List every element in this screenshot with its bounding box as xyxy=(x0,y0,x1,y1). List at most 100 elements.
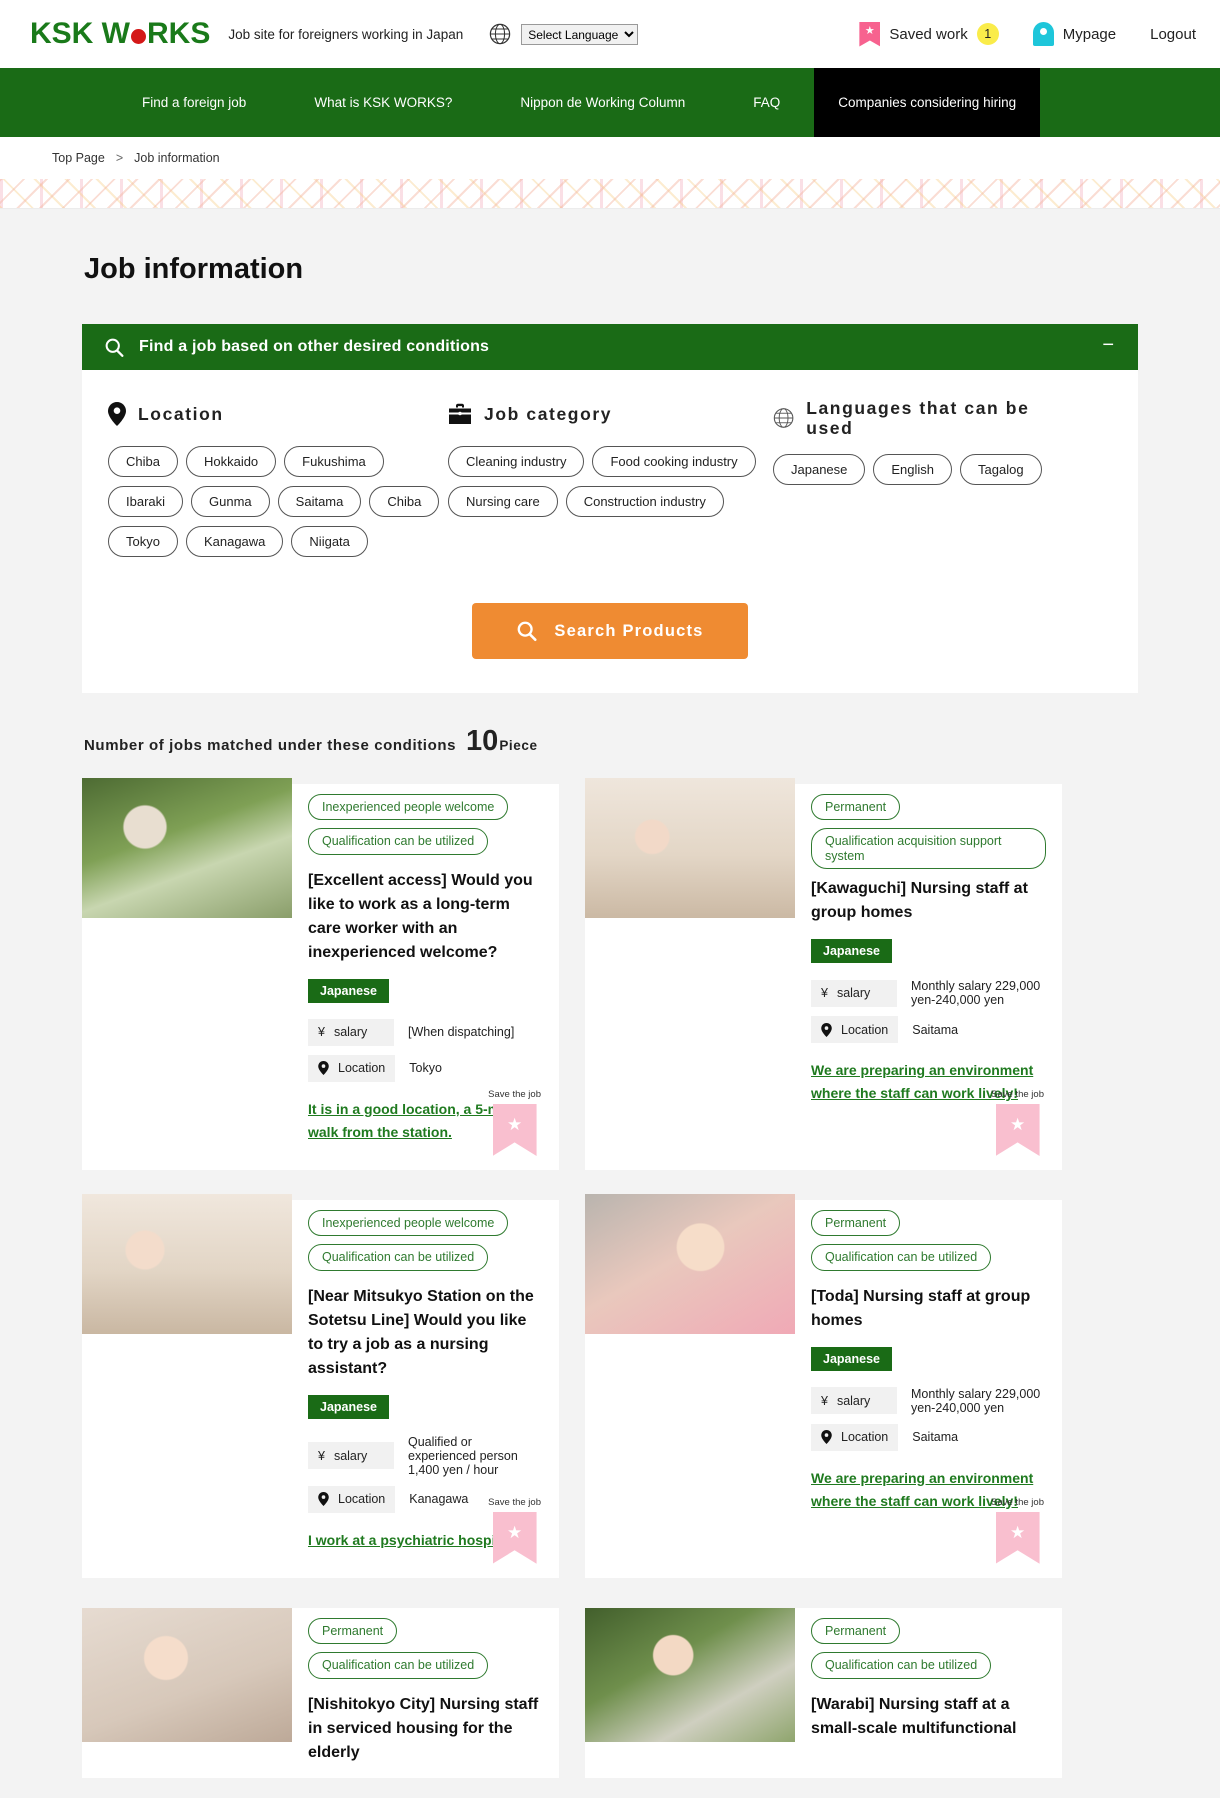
job-thumbnail xyxy=(585,1607,795,1742)
yen-icon: ¥ xyxy=(318,1448,325,1463)
saved-work-link[interactable]: ★ Saved work 1 xyxy=(859,21,999,47)
category-chip-cleaning-industry[interactable]: Cleaning industry xyxy=(448,446,585,477)
nav-item-companies-considering-hiring[interactable]: Companies considering hiring xyxy=(814,68,1041,137)
main-nav-items: Find a foreign job What is KSK WORKS? Ni… xyxy=(108,68,1041,137)
saved-work-count-badge: 1 xyxy=(976,23,999,45)
location-chip-saitama[interactable]: Saitama xyxy=(277,486,362,517)
category-chip-construction-industry[interactable]: Construction industry xyxy=(565,486,724,517)
job-title[interactable]: [Excellent access] Would you like to wor… xyxy=(308,869,543,965)
search-filter-header[interactable]: Find a job based on other desired condit… xyxy=(82,324,1138,370)
breadcrumb-current: Job information xyxy=(134,151,220,165)
job-tag: Permanent xyxy=(811,794,901,821)
job-language-badge: Japanese xyxy=(811,939,892,964)
job-salary-value: Monthly salary 229,000 yen-240,000 yen xyxy=(911,1386,1041,1415)
job-meta-row-salary: ¥ salary [When dispatching] xyxy=(308,1018,543,1046)
location-chip-tokyo[interactable]: Tokyo xyxy=(108,526,178,557)
location-chip-gunma[interactable]: Gunma xyxy=(191,486,270,517)
job-location-label: Location xyxy=(338,1492,386,1507)
location-chip-chiba-2[interactable]: Chiba xyxy=(369,486,440,517)
job-tag: Qualification can be utilized xyxy=(308,1652,489,1679)
search-filter-title: Find a job based on other desired condit… xyxy=(139,338,490,355)
job-salary-value: [When dispatching] xyxy=(408,1025,515,1040)
bookmark-star-icon[interactable]: ★ xyxy=(995,1511,1040,1564)
bookmark-star-icon[interactable]: ★ xyxy=(492,1103,537,1156)
mypage-label: Mypage xyxy=(1062,25,1117,43)
location-pin-icon xyxy=(108,402,126,426)
job-location-key: Location xyxy=(811,1016,899,1044)
decorative-banner xyxy=(0,179,1220,209)
save-job-control[interactable]: Save the job ★ xyxy=(488,1497,541,1564)
job-salary-key: ¥ salary xyxy=(811,1387,897,1415)
filter-languages-heading: Languages that can be used xyxy=(773,398,1073,438)
breadcrumb-separator: > xyxy=(115,151,124,165)
job-thumbnail xyxy=(82,778,292,918)
site-logo[interactable]: KSK W RKS xyxy=(30,17,210,51)
job-card[interactable]: Permanent Qualification can be utilized … xyxy=(585,1193,1062,1578)
job-title[interactable]: [Toda] Nursing staff at group homes xyxy=(811,1285,1046,1333)
category-chip-food-cooking-industry[interactable]: Food cooking industry xyxy=(592,446,756,477)
location-chip-fukushima[interactable]: Fukushima xyxy=(284,446,384,477)
job-tag: Permanent xyxy=(308,1617,398,1645)
job-location-key: Location xyxy=(308,1485,396,1513)
job-title[interactable]: [Nishitokyo City] Nursing staff in servi… xyxy=(308,1693,543,1765)
save-job-control[interactable]: Save the job ★ xyxy=(991,1089,1044,1156)
job-card[interactable]: Inexperienced people welcome Qualificati… xyxy=(82,1193,559,1578)
header-actions: ★ Saved work 1 Mypage Logout xyxy=(859,21,1196,47)
location-pin-icon xyxy=(318,1492,329,1507)
language-switcher[interactable]: Select Language xyxy=(489,23,639,45)
job-location-key: Location xyxy=(308,1054,396,1082)
location-chip-niigata[interactable]: Niigata xyxy=(291,526,368,557)
save-job-control[interactable]: Save the job ★ xyxy=(991,1497,1044,1564)
search-products-button[interactable]: Search Products xyxy=(472,603,748,659)
job-card[interactable]: Permanent Qualification can be utilized … xyxy=(585,1607,1062,1778)
job-tag: Permanent xyxy=(811,1209,901,1237)
filter-group-location: Location Chiba Hokkaido Fukushima Ibarak… xyxy=(108,398,448,557)
job-tag: Qualification can be utilized xyxy=(308,1244,489,1271)
job-title[interactable]: [Kawaguchi] Nursing staff at group homes xyxy=(811,877,1046,925)
bookmark-star-icon[interactable]: ★ xyxy=(492,1511,537,1564)
nav-item-find-a-foreign-job[interactable]: Find a foreign job xyxy=(108,68,280,137)
job-tag: Qualification acquisition support system xyxy=(811,828,1046,870)
location-chip-chiba-1[interactable]: Chiba xyxy=(108,446,178,477)
job-card[interactable]: Permanent Qualification can be utilized … xyxy=(82,1607,559,1778)
logout-link[interactable]: Logout xyxy=(1150,26,1196,43)
bookmark-star-icon: ★ xyxy=(859,21,881,47)
language-select[interactable]: Select Language xyxy=(521,23,639,45)
language-chip-japanese[interactable]: Japanese xyxy=(773,454,866,486)
search-icon xyxy=(518,621,537,641)
collapse-toggle-icon[interactable]: − xyxy=(1102,335,1114,359)
breadcrumb-home[interactable]: Top Page xyxy=(52,151,105,165)
mypage-link[interactable]: Mypage xyxy=(1032,22,1117,46)
search-products-label: Search Products xyxy=(554,621,704,640)
category-chip-nursing-care[interactable]: Nursing care xyxy=(448,486,558,517)
page-title: Job information xyxy=(84,253,304,285)
language-chip-english[interactable]: English xyxy=(873,454,953,486)
nav-item-nippon-de-working-column[interactable]: Nippon de Working Column xyxy=(486,68,719,137)
location-pin-icon xyxy=(821,1022,832,1037)
job-card[interactable]: Permanent Qualification acquisition supp… xyxy=(585,778,1062,1170)
nav-item-what-is-ksk-works[interactable]: What is KSK WORKS? xyxy=(280,68,486,137)
save-job-control[interactable]: Save the job ★ xyxy=(488,1089,541,1156)
job-thumbnail xyxy=(585,778,795,918)
job-card[interactable]: Inexperienced people welcome Qualificati… xyxy=(82,778,559,1170)
bookmark-star-icon[interactable]: ★ xyxy=(995,1103,1040,1156)
location-chip-hokkaido[interactable]: Hokkaido xyxy=(185,446,277,477)
job-location-label: Location xyxy=(841,1430,889,1445)
job-language-badge: Japanese xyxy=(308,1394,389,1419)
job-salary-label: salary xyxy=(836,1393,871,1408)
job-card-body: Permanent Qualification can be utilized … xyxy=(795,1608,1062,1752)
job-title[interactable]: [Warabi] Nursing staff at a small-scale … xyxy=(811,1693,1046,1741)
search-button-row: Search Products xyxy=(82,557,1138,693)
logo-text-right: RKS xyxy=(147,17,211,50)
job-tag: Inexperienced people welcome xyxy=(308,1209,509,1237)
job-title[interactable]: [Near Mitsukyo Station on the Sotetsu Li… xyxy=(308,1285,543,1381)
location-chip-kanagawa[interactable]: Kanagawa xyxy=(185,526,284,557)
nav-item-faq[interactable]: FAQ xyxy=(719,68,814,137)
location-chip-ibaraki[interactable]: Ibaraki xyxy=(108,486,184,517)
job-salary-key: ¥ salary xyxy=(811,979,897,1007)
yen-icon: ¥ xyxy=(821,1393,828,1408)
filter-location-label: Location xyxy=(138,403,224,424)
job-category-chip-list: Cleaning industry Food cooking industry … xyxy=(448,446,773,517)
job-location-key: Location xyxy=(811,1423,899,1451)
language-chip-tagalog[interactable]: Tagalog xyxy=(960,454,1042,486)
